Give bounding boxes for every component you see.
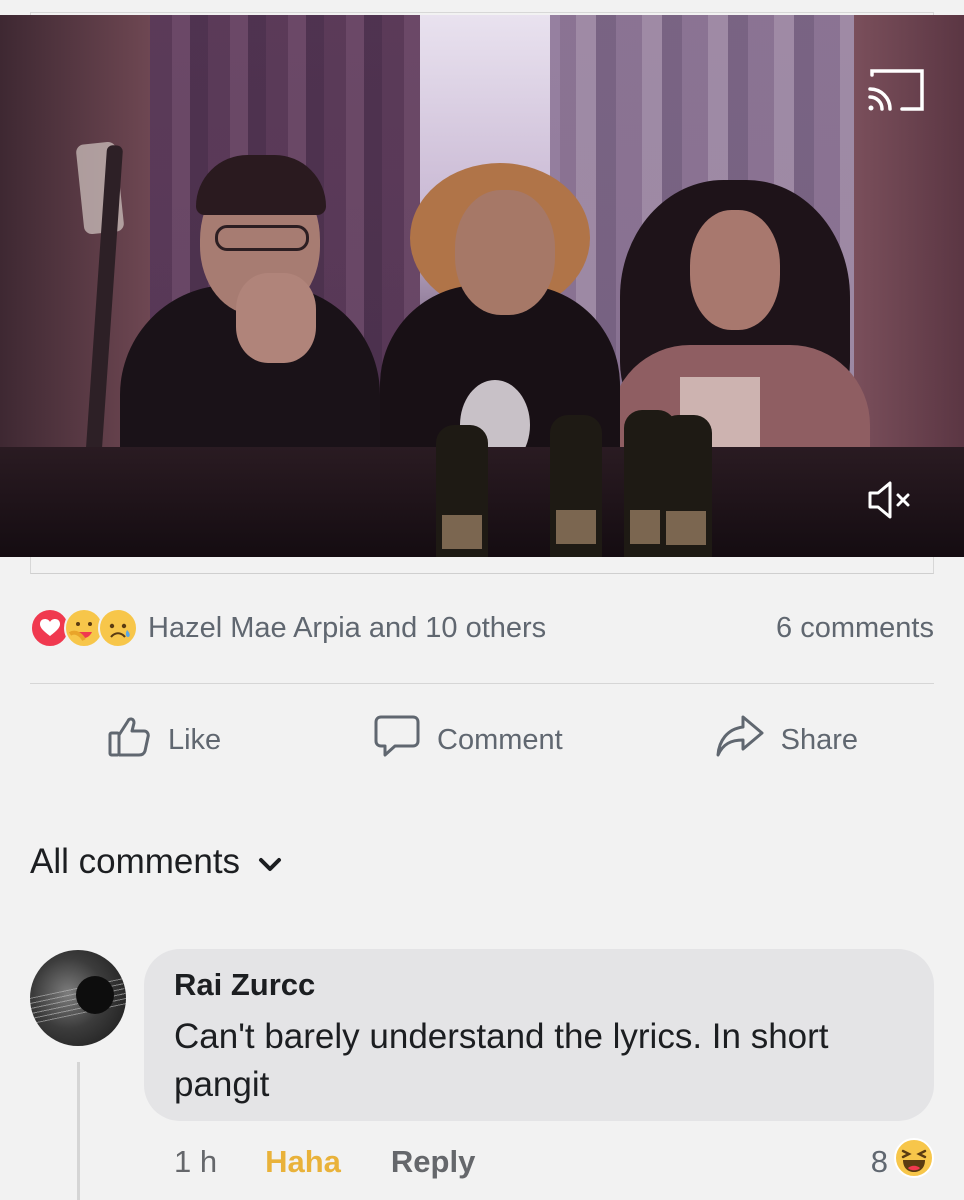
avatar[interactable] [30,950,126,1046]
comment-button[interactable]: Comment [373,713,563,767]
comment-meta-row: 1 h Haha Reply 8 [174,1138,934,1186]
comment-reaction-count[interactable]: 8 [871,1138,934,1186]
reactions-summary[interactable]: Hazel Mae Arpia and 10 others [30,608,546,648]
share-label: Share [780,723,859,756]
post-action-bar: Like Comment Share [30,700,934,780]
reaction-emoji-stack [30,608,138,648]
volume-muted-icon[interactable] [864,475,914,525]
video-person-left-hand [236,273,316,363]
haha-reaction-button[interactable]: Haha [265,1144,341,1180]
divider [30,683,934,684]
comment-reaction-count-number: 8 [870,1144,888,1179]
comment-text-line: pangit [174,1065,270,1104]
haha-reaction-icon [894,1138,934,1186]
video-player[interactable] [0,15,964,557]
video-bottle [660,415,712,557]
comments-filter-dropdown[interactable]: All comments [30,842,282,882]
thumbs-up-icon [106,713,152,767]
comment-text: Can't barely understand the lyrics. In s… [174,1013,904,1109]
like-button[interactable]: Like [106,713,221,767]
cast-icon[interactable] [864,65,928,115]
sad-reaction-icon [98,608,138,648]
comments-filter-label: All comments [30,842,241,881]
video-person-right-face [690,210,780,330]
comment-label: Comment [437,723,563,756]
comment-author[interactable]: Rai Zurcc [174,967,904,1003]
speech-bubble-icon [373,713,421,767]
video-bottle [436,425,488,557]
reply-button[interactable]: Reply [391,1144,475,1180]
avatar-guitar-soundhole [76,976,114,1014]
comments-count-link[interactable]: 6 comments [776,612,934,645]
share-arrow-icon [715,713,765,767]
like-label: Like [167,723,222,756]
post-page: Hazel Mae Arpia and 10 others 6 comments… [0,0,964,1200]
comment-text-line: Can't barely understand the lyrics. In s… [174,1017,829,1056]
comment-bubble[interactable]: Rai Zurcc Can't barely understand the ly… [144,949,934,1121]
video-person-left-glasses [215,225,309,251]
chevron-down-icon [258,842,282,882]
comment-timestamp[interactable]: 1 h [174,1144,217,1180]
video-person-center-face [455,190,555,315]
share-button[interactable]: Share [715,713,858,767]
thread-line [77,1062,80,1200]
reactions-row: Hazel Mae Arpia and 10 others 6 comments [30,600,934,656]
video-bottle [550,415,602,557]
reactions-summary-text: Hazel Mae Arpia and 10 others [148,611,547,644]
